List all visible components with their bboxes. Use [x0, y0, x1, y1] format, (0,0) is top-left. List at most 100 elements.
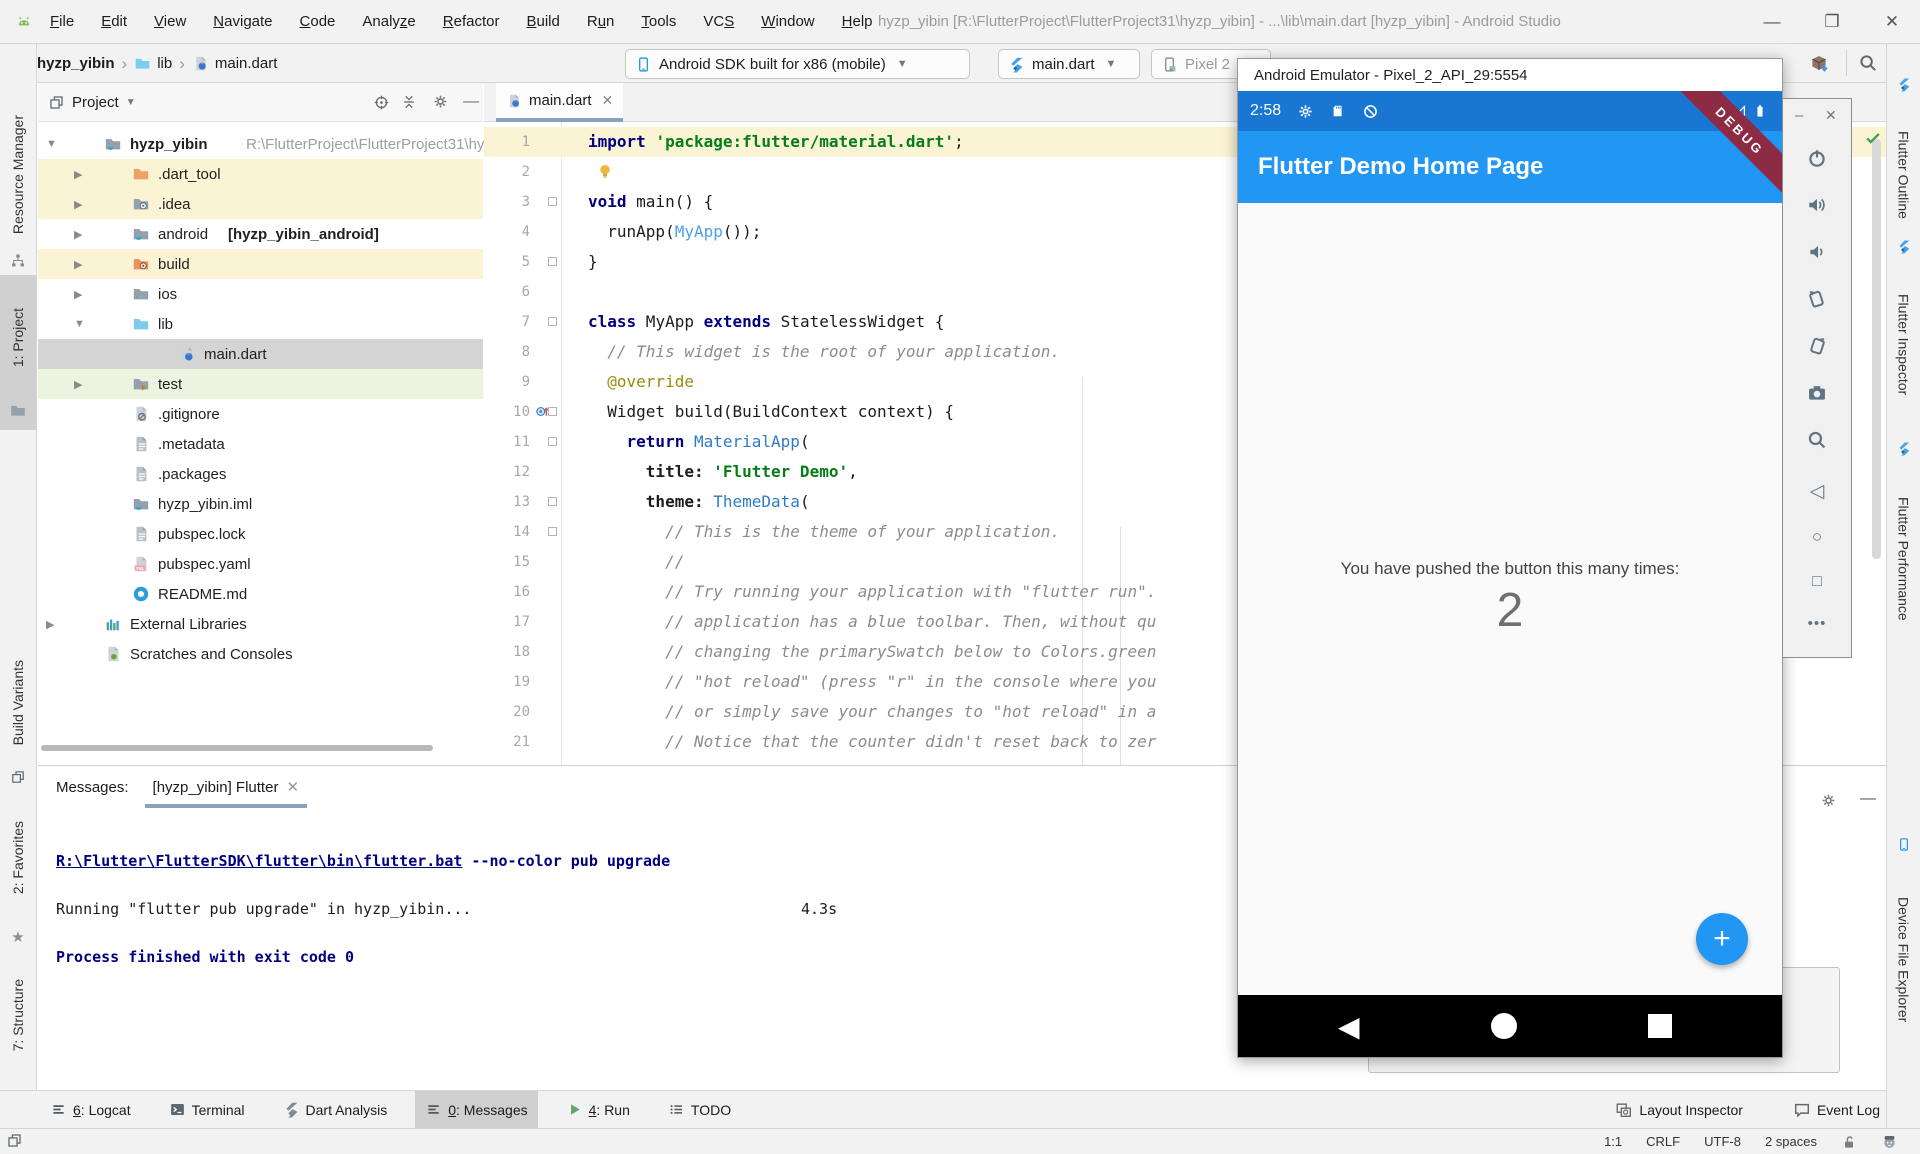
project-horizontal-scrollbar[interactable] — [41, 745, 433, 751]
menu-build[interactable]: Build — [524, 9, 561, 34]
menu-file[interactable]: File — [48, 9, 76, 34]
stripe-device-file-explorer[interactable]: Device File Explorer — [1887, 860, 1920, 1060]
tab-close-icon[interactable]: ✕ — [602, 92, 614, 109]
fold-marker[interactable] — [548, 317, 557, 326]
emulator-vol-down-button[interactable] — [1806, 241, 1828, 263]
device-selector-dropdown[interactable]: Android SDK built for x86 (mobile)▼ — [625, 49, 970, 79]
tree-collapse-icon[interactable]: ▶ — [74, 258, 82, 271]
toolwindow-button-todo[interactable]: TODO — [658, 1091, 741, 1128]
window-minimize-button[interactable]: — — [1744, 0, 1800, 44]
emulator-rot-left-button[interactable] — [1806, 288, 1828, 310]
stripe-structure[interactable]: 7: Structure — [0, 958, 36, 1073]
project-panel-title[interactable]: Project — [72, 94, 119, 111]
menu-edit[interactable]: Edit — [99, 9, 129, 34]
emulator-home-button[interactable]: ○ — [1812, 527, 1822, 547]
emulator-more-button[interactable]: ••• — [1808, 615, 1827, 632]
panel-settings-icon[interactable] — [428, 93, 452, 111]
search-everywhere-button[interactable] — [1858, 53, 1878, 73]
tree-row[interactable]: ▶External Libraries — [38, 609, 483, 639]
tree-collapse-icon[interactable]: ▶ — [74, 288, 82, 301]
fold-marker[interactable] — [548, 407, 557, 416]
tree-row[interactable]: YMLpubspec.yaml — [38, 549, 483, 579]
toolwindow-button-dart-analysis[interactable]: Dart Analysis — [273, 1091, 398, 1128]
tree-row[interactable]: .gitignore — [38, 399, 483, 429]
tree-row[interactable]: .metadata — [38, 429, 483, 459]
window-close-button[interactable]: ✕ — [1864, 0, 1920, 44]
run-config-dropdown[interactable]: main.dart▼ — [998, 49, 1140, 79]
emulator-close-button[interactable]: ✕ — [1825, 107, 1837, 124]
toolwindow-button-4-run[interactable]: 4: Run — [556, 1091, 640, 1128]
stripe-flutter-performance[interactable]: Flutter Performance — [1887, 464, 1920, 654]
collapse-all-icon[interactable] — [397, 93, 421, 111]
tree-row[interactable]: .packages — [38, 459, 483, 489]
tree-row[interactable]: README.md — [38, 579, 483, 609]
fold-marker[interactable] — [548, 257, 557, 266]
emulator-back-button[interactable]: ◁ — [1810, 480, 1825, 503]
stripe-resource-manager[interactable]: Resource Manager — [0, 100, 36, 250]
status-indent-size[interactable]: 2 spaces — [1753, 1134, 1829, 1149]
tree-collapse-icon[interactable]: ▶ — [74, 168, 82, 181]
stripe-favorites[interactable]: 2: Favorites — [0, 800, 36, 915]
status-encoding[interactable]: UTF-8 — [1692, 1134, 1753, 1149]
menu-refactor[interactable]: Refactor — [441, 9, 502, 34]
editor-scrollbar-thumb[interactable] — [1872, 139, 1881, 559]
menu-view[interactable]: View — [152, 9, 188, 34]
tree-expand-icon[interactable]: ▼ — [74, 318, 85, 330]
toolwindow-button-terminal[interactable]: Terminal — [159, 1091, 255, 1128]
emulator-overview-button[interactable]: □ — [1812, 573, 1822, 591]
stripe-build-variants[interactable]: Build Variants — [0, 640, 36, 765]
nav-overview-button[interactable] — [1648, 1014, 1672, 1038]
tree-row[interactable]: ▼hyzp_yibinR:\FlutterProject\FlutterProj… — [38, 129, 483, 159]
menu-navigate[interactable]: Navigate — [211, 9, 274, 34]
tree-row[interactable]: ▶android [hyzp_yibin_android] — [38, 219, 483, 249]
tree-row[interactable]: hyzp_yibin.iml — [38, 489, 483, 519]
toolwindow-button-0-messages[interactable]: 0: Messages — [415, 1091, 537, 1128]
emulator-magnify-button[interactable] — [1806, 429, 1828, 451]
nav-home-button[interactable] — [1491, 1013, 1517, 1039]
console-link[interactable]: R:\Flutter\FlutterSDK\flutter\bin\flutte… — [56, 852, 462, 870]
increment-fab[interactable]: + — [1696, 913, 1748, 965]
fold-marker[interactable] — [548, 527, 557, 536]
tree-row[interactable]: ▶.idea — [38, 189, 483, 219]
tree-row[interactable]: pubspec.lock — [38, 519, 483, 549]
fold-marker[interactable] — [548, 437, 557, 446]
emulator-minimize-button[interactable]: – — [1795, 107, 1803, 124]
emulator-title-bar[interactable]: Android Emulator - Pixel_2_API_29:5554 — [1238, 59, 1782, 91]
menu-help[interactable]: Help — [840, 9, 875, 34]
tree-row[interactable]: ▶ios — [38, 279, 483, 309]
status-line-ending[interactable]: CRLF — [1634, 1134, 1692, 1149]
tree-expand-icon[interactable]: ▼ — [46, 138, 57, 150]
fold-marker[interactable] — [548, 197, 557, 206]
toolwindow-switcher-icon[interactable] — [6, 1132, 23, 1149]
fold-marker[interactable] — [548, 497, 557, 506]
tree-collapse-icon[interactable]: ▶ — [74, 228, 82, 241]
menu-code[interactable]: Code — [298, 9, 338, 34]
emulator-screen[interactable]: 2:58Flutter Demo Home PageDEBUGYou have … — [1238, 91, 1782, 1057]
tree-row[interactable]: ▼lib — [38, 309, 483, 339]
panel-hide-icon[interactable]: — — [459, 93, 483, 111]
menu-run[interactable]: Run — [585, 9, 617, 34]
nav-back-button[interactable]: ◀ — [1338, 1010, 1360, 1043]
tree-row[interactable]: ▶test — [38, 369, 483, 399]
stripe-flutter-outline[interactable]: Flutter Outline — [1887, 100, 1920, 250]
emulator-vol-up-button[interactable] — [1806, 194, 1828, 216]
messages-tab-flutter[interactable]: [hyzp_yibin] Flutter✕ — [145, 766, 307, 808]
statusbar-button-layout-inspector[interactable]: Layout Inspector — [1605, 1091, 1753, 1128]
breadcrumb-item[interactable]: main.dart — [215, 55, 278, 72]
inspection-status-icon[interactable] — [1864, 129, 1882, 147]
tab-close-icon[interactable]: ✕ — [286, 778, 299, 796]
breadcrumb-item[interactable]: hyzp_yibin — [37, 55, 115, 72]
window-maximize-button[interactable]: ❐ — [1804, 0, 1860, 44]
emulator-camera-button[interactable] — [1806, 382, 1828, 404]
tree-collapse-icon[interactable]: ▶ — [74, 378, 82, 391]
breadcrumb-item[interactable]: lib — [157, 55, 172, 72]
tree-row[interactable]: ▶build — [38, 249, 483, 279]
tree-row[interactable]: Scratches and Consoles — [38, 639, 483, 669]
menu-analyze[interactable]: Analyze — [360, 9, 417, 34]
emulator-window[interactable]: Android Emulator - Pixel_2_API_29:55542:… — [1237, 58, 1783, 1058]
tree-row[interactable]: ▶.dart_tool — [38, 159, 483, 189]
stripe-tab-project[interactable]: 1: Project — [0, 275, 36, 400]
tree-row[interactable]: main.dart — [38, 339, 483, 369]
toolwindow-button-6-logcat[interactable]: 6: Logcat — [40, 1091, 141, 1128]
editor-tab-main-dart[interactable]: main.dart✕ — [496, 83, 623, 122]
